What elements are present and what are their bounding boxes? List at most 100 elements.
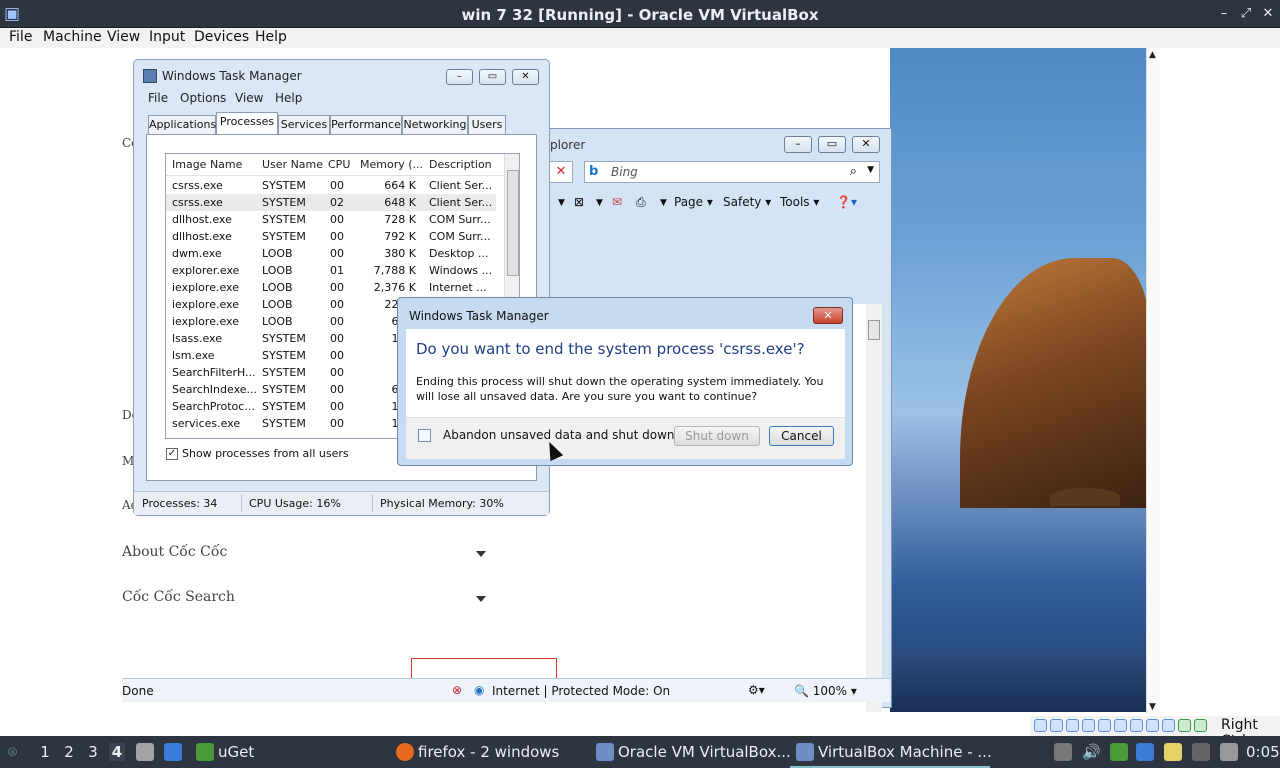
search-icon[interactable]: ⌕ bbox=[850, 164, 857, 179]
col-memory[interactable]: Memory (... bbox=[360, 158, 423, 171]
tm-menu-file[interactable]: File bbox=[148, 91, 168, 105]
ie-close-button[interactable]: ✕ bbox=[852, 136, 880, 153]
network-icon[interactable] bbox=[1082, 719, 1095, 732]
workspace-4[interactable]: 4 bbox=[109, 743, 125, 761]
tab-processes[interactable]: Processes bbox=[216, 112, 278, 135]
dialog-close-button[interactable]: ✕ bbox=[813, 307, 843, 324]
tray-icon[interactable] bbox=[1054, 743, 1072, 761]
tm-minimize-button[interactable]: – bbox=[446, 69, 473, 85]
taskbar-item-virtualbox-machine[interactable]: VirtualBox Machine - ... bbox=[818, 743, 992, 761]
safety-menu[interactable]: Safety ▾ bbox=[723, 195, 771, 209]
table-row[interactable]: dwm.exe LOOB 00 380 K Desktop ... bbox=[166, 245, 496, 262]
hdd-icon[interactable] bbox=[1034, 719, 1047, 732]
chevron-down-icon[interactable] bbox=[476, 596, 486, 602]
col-cpu[interactable]: CPU bbox=[328, 158, 350, 171]
menu-input[interactable]: Input bbox=[149, 29, 185, 45]
menu-file[interactable]: File bbox=[9, 29, 32, 45]
workspace-2[interactable]: 2 bbox=[61, 743, 77, 761]
vm-screen[interactable]: plorer – ▭ ✕ ✕ b Bing ⌕ ▼ ▼ ⊠ ▼ ✉ ⎙ ▼ Pa… bbox=[122, 48, 1146, 712]
menu-devices[interactable]: Devices bbox=[194, 29, 249, 45]
ie-search-box[interactable]: b Bing ⌕ ▼ bbox=[584, 161, 880, 183]
stop-icon[interactable]: ✕ bbox=[549, 161, 573, 183]
scroll-down-icon[interactable]: ▼ bbox=[1149, 702, 1156, 712]
tm-menu-help[interactable]: Help bbox=[275, 91, 302, 105]
optical-drive-icon[interactable] bbox=[1050, 719, 1063, 732]
minimize-icon[interactable]: – bbox=[1215, 5, 1233, 23]
taskbar-item-virtualbox-manager[interactable]: Oracle VM VirtualBox... bbox=[618, 743, 791, 761]
volume-icon[interactable]: 🔊 bbox=[1082, 743, 1101, 761]
tm-menu-view[interactable]: View bbox=[235, 91, 263, 105]
audio-icon[interactable] bbox=[1066, 719, 1079, 732]
col-user-name[interactable]: User Name bbox=[262, 158, 323, 171]
col-image-name[interactable]: Image Name bbox=[172, 158, 242, 171]
chevron-down-icon[interactable] bbox=[476, 551, 486, 557]
abandon-data-label[interactable]: Abandon unsaved data and shut down. bbox=[443, 428, 678, 442]
video-capture-icon[interactable] bbox=[1146, 719, 1159, 732]
start-menu-icon[interactable]: ⌾ bbox=[8, 743, 17, 761]
ie-scrollbar[interactable] bbox=[866, 304, 882, 712]
menu-view[interactable]: View bbox=[107, 29, 140, 45]
uget-tray-icon[interactable] bbox=[1110, 743, 1128, 761]
tools-menu[interactable]: Tools ▾ bbox=[780, 195, 819, 209]
process-list-scrollbar-thumb[interactable] bbox=[507, 170, 519, 276]
taskbar-item-firefox[interactable]: firefox - 2 windows bbox=[418, 743, 559, 761]
chevron-down-icon[interactable]: ▼ bbox=[660, 198, 667, 208]
zoom-level[interactable]: 🔍 100% ▾ bbox=[794, 684, 857, 698]
help-icon[interactable]: ❓▾ bbox=[836, 195, 857, 209]
mouse-integration-icon[interactable] bbox=[1178, 719, 1191, 732]
table-row[interactable]: dllhost.exe SYSTEM 00 728 K COM Surr... bbox=[166, 211, 496, 228]
shared-folder-icon[interactable] bbox=[1114, 719, 1127, 732]
tab-networking[interactable]: Networking bbox=[402, 115, 468, 134]
tm-menu-options[interactable]: Options bbox=[180, 91, 226, 105]
taskbar-item-uget[interactable]: uGet bbox=[218, 743, 254, 761]
table-row[interactable]: dllhost.exe SYSTEM 00 792 K COM Surr... bbox=[166, 228, 496, 245]
usb-icon[interactable] bbox=[1098, 719, 1111, 732]
chevron-down-icon[interactable]: ▼ bbox=[558, 198, 565, 208]
cpu-icon[interactable] bbox=[1162, 719, 1175, 732]
tab-performance[interactable]: Performance bbox=[330, 115, 402, 134]
col-description[interactable]: Description bbox=[429, 158, 492, 171]
chevron-down-icon[interactable]: ▼ bbox=[867, 165, 874, 175]
workspace-3[interactable]: 3 bbox=[85, 743, 101, 761]
rss-feed-icon[interactable]: ⊠ bbox=[574, 195, 584, 209]
abandon-data-checkbox[interactable] bbox=[418, 429, 431, 442]
display-tray-icon[interactable] bbox=[1192, 743, 1210, 761]
table-row[interactable]: explorer.exe LOOB 01 7,788 K Windows ... bbox=[166, 262, 496, 279]
tab-services[interactable]: Services bbox=[278, 115, 330, 134]
about-coccoc-link[interactable]: About Cốc Cốc bbox=[122, 544, 227, 560]
tm-maximize-button[interactable]: ▭ bbox=[479, 69, 506, 85]
tab-users[interactable]: Users bbox=[468, 115, 506, 134]
coccoc-search-link[interactable]: Cốc Cốc Search bbox=[122, 589, 235, 605]
keyboard-icon[interactable] bbox=[1194, 719, 1207, 732]
table-row[interactable]: csrss.exe SYSTEM 02 648 K Client Ser... bbox=[166, 194, 496, 211]
power-tray-icon[interactable] bbox=[1220, 743, 1238, 761]
desktop-icon[interactable] bbox=[164, 743, 182, 761]
chevron-down-icon[interactable]: ▼ bbox=[596, 198, 603, 208]
page-menu[interactable]: Page ▾ bbox=[674, 195, 713, 209]
table-row[interactable]: iexplore.exe LOOB 00 2,376 K Internet ... bbox=[166, 279, 496, 296]
ie-minimize-button[interactable]: – bbox=[784, 136, 812, 153]
print-icon[interactable]: ⎙ bbox=[636, 195, 646, 210]
scroll-up-icon[interactable]: ▲ bbox=[1149, 50, 1156, 60]
display-icon[interactable] bbox=[1130, 719, 1143, 732]
tab-applications[interactable]: Applications bbox=[148, 115, 216, 134]
workspace-1[interactable]: 1 bbox=[37, 743, 53, 761]
show-all-users-checkbox[interactable]: ✓ bbox=[166, 448, 178, 460]
notes-tray-icon[interactable] bbox=[1164, 743, 1182, 761]
download-button-outline[interactable] bbox=[411, 658, 557, 678]
ie-maximize-button[interactable]: ▭ bbox=[818, 136, 846, 153]
menu-machine[interactable]: Machine bbox=[43, 29, 102, 45]
file-manager-icon[interactable] bbox=[136, 743, 154, 761]
host-scrollbar[interactable]: ▲ ▼ bbox=[1146, 48, 1160, 714]
ie-scrollbar-thumb[interactable] bbox=[868, 320, 880, 340]
tm-close-button[interactable]: ✕ bbox=[512, 69, 539, 85]
network-tray-icon[interactable] bbox=[1136, 743, 1154, 761]
cancel-button[interactable]: Cancel bbox=[769, 426, 834, 446]
maximize-icon[interactable]: ⤢ bbox=[1237, 5, 1255, 23]
table-row[interactable]: csrss.exe SYSTEM 00 664 K Client Ser... bbox=[166, 177, 496, 194]
shut-down-button[interactable]: Shut down bbox=[674, 426, 760, 446]
mail-icon[interactable]: ✉ bbox=[612, 195, 622, 209]
close-icon[interactable]: ✕ bbox=[1259, 5, 1277, 23]
menu-help[interactable]: Help bbox=[255, 29, 287, 45]
protected-mode-icon[interactable]: ⚙▾ bbox=[748, 683, 765, 697]
